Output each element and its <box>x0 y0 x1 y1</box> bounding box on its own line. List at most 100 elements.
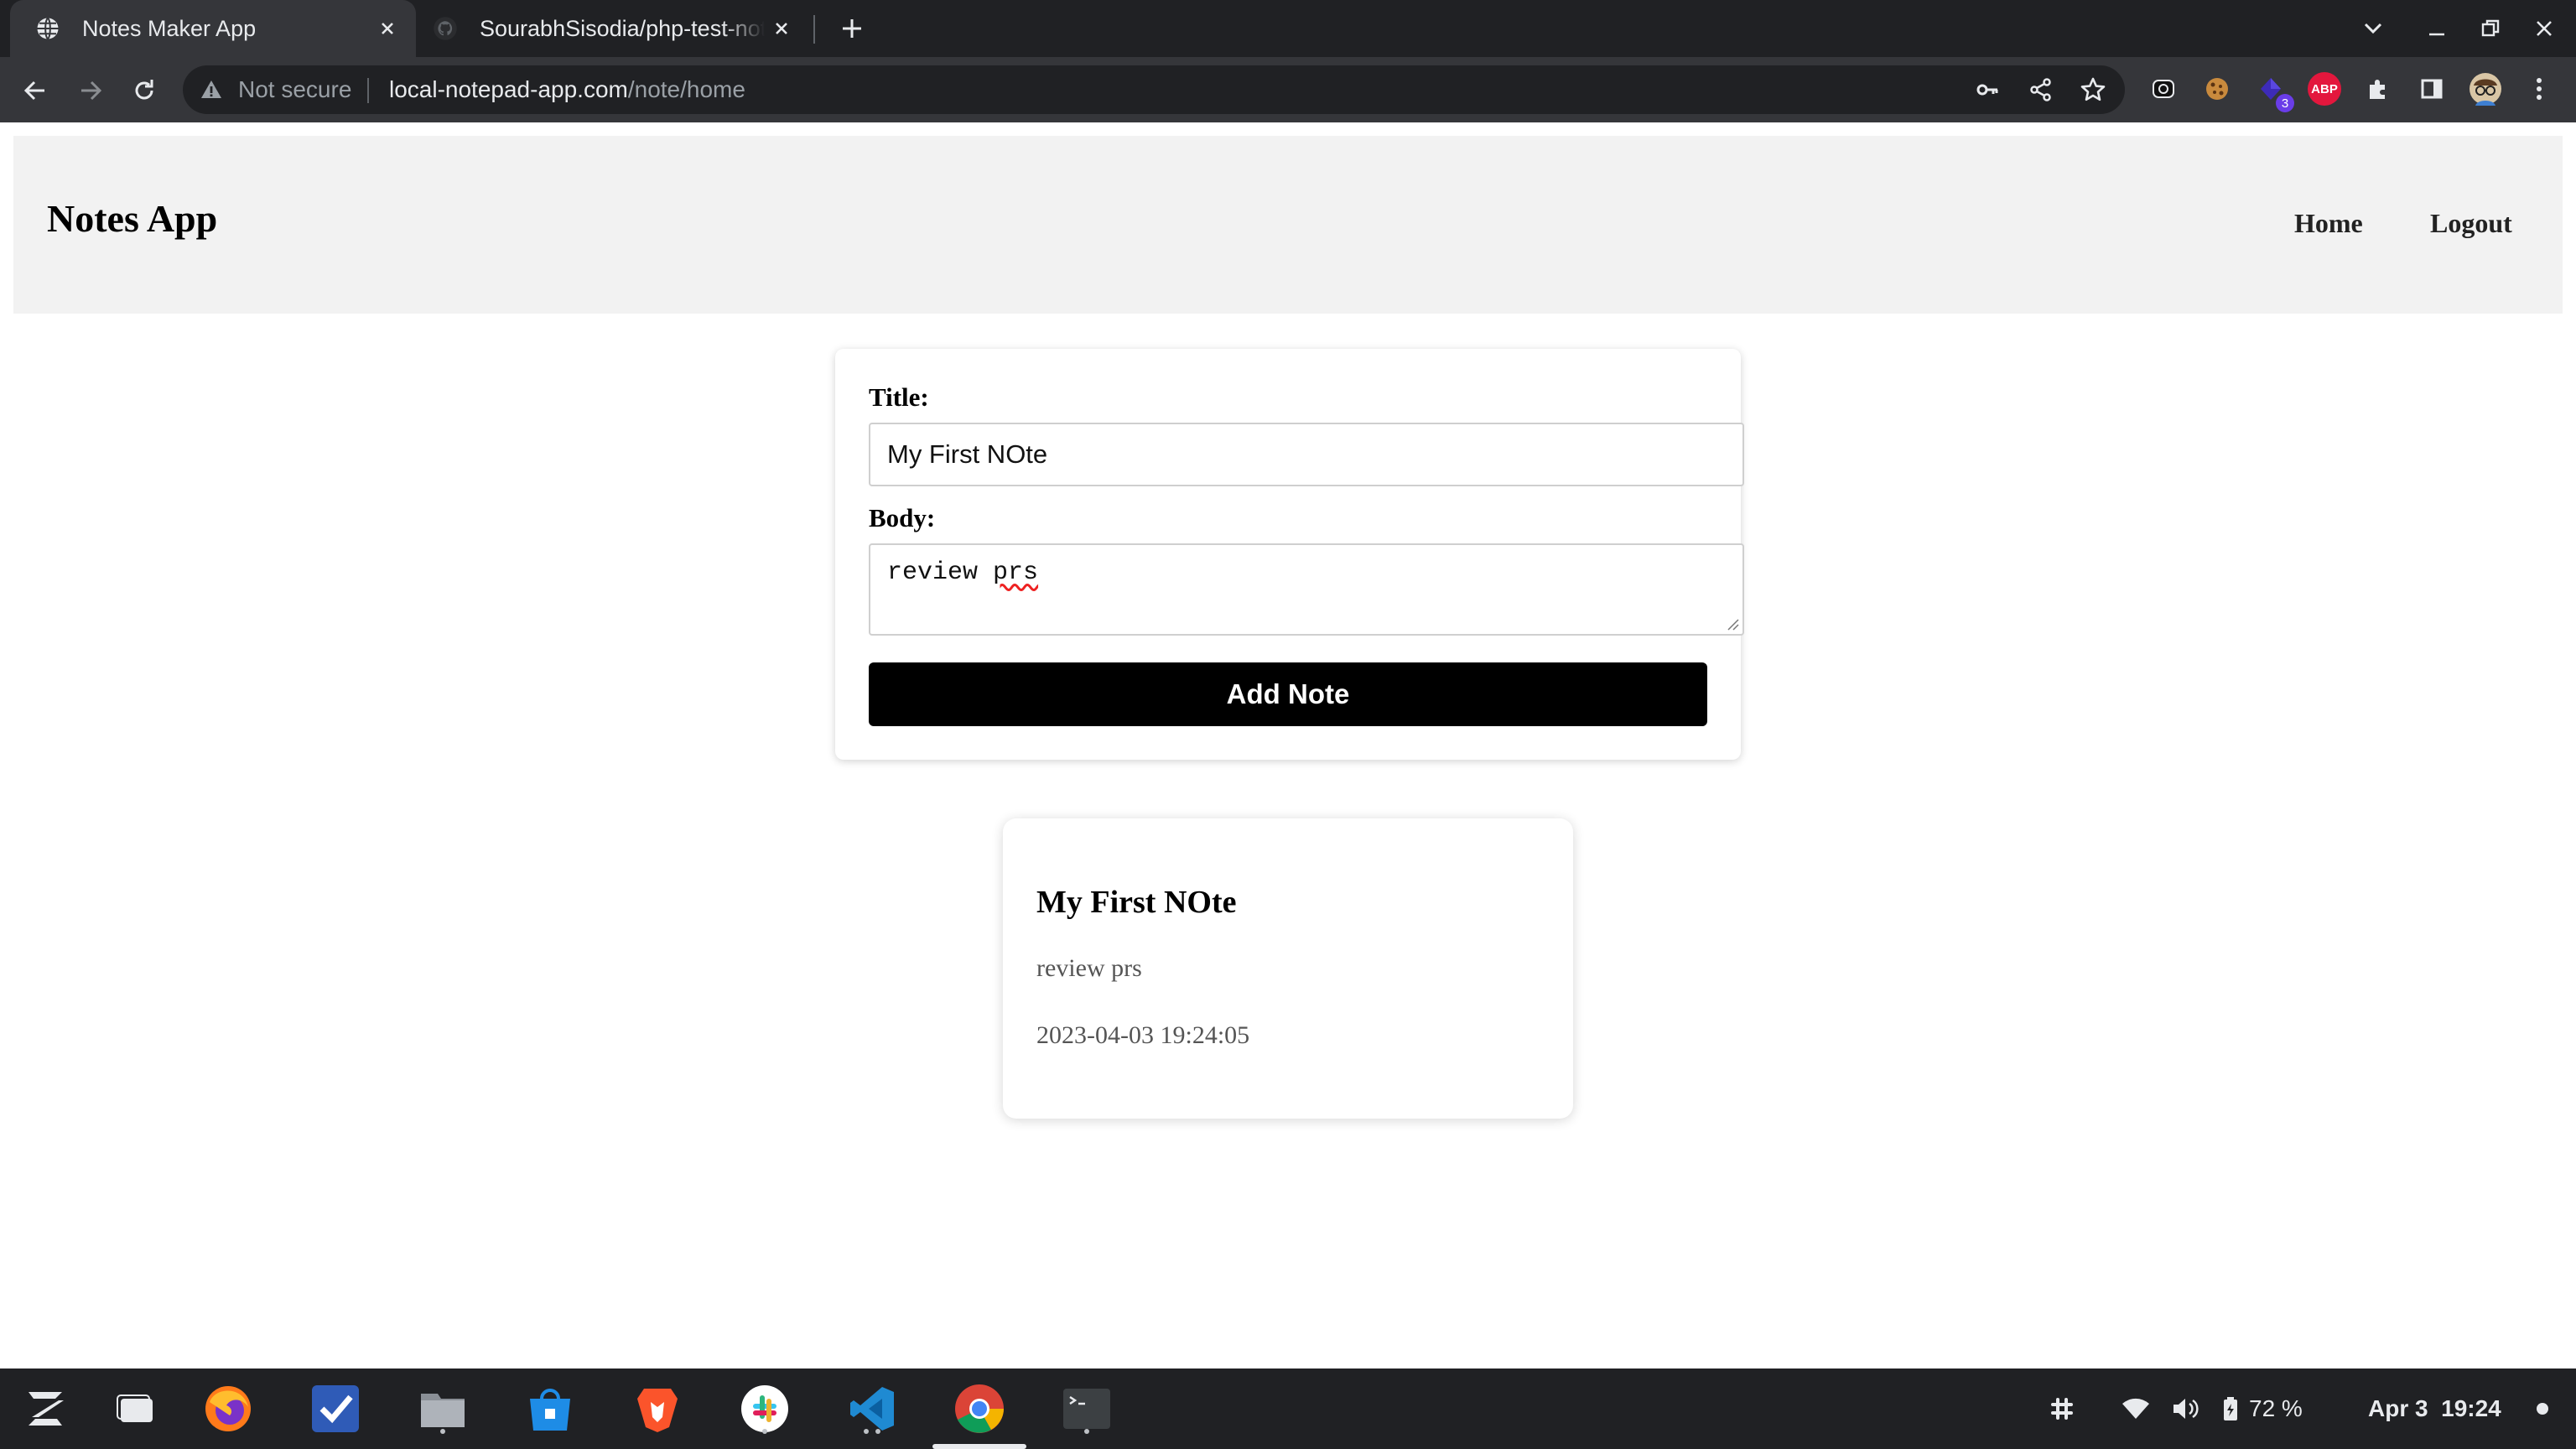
nav-logout-link[interactable]: Logout <box>2430 208 2512 239</box>
shelf-vscode[interactable] <box>845 1382 899 1436</box>
battery-percent: 72 % <box>2249 1395 2303 1421</box>
side-panel-icon <box>2421 79 2443 99</box>
wifi-status[interactable] <box>2122 1394 2150 1424</box>
tab-close-icon[interactable] <box>371 12 404 45</box>
body-textarea[interactable]: review prs <box>869 543 1744 636</box>
security-label[interactable]: Not secure <box>238 76 351 103</box>
terminal-icon <box>1063 1389 1110 1429</box>
title-label: Title: <box>869 382 929 412</box>
adblock-plus-button[interactable]: ABP <box>2308 72 2341 106</box>
globe-icon <box>37 17 59 40</box>
star-icon <box>2080 77 2106 101</box>
back-button[interactable] <box>17 72 54 109</box>
add-note-form: Title: My First NOte Body: review prs Ad… <box>835 349 1744 760</box>
running-indicator <box>1084 1429 1089 1434</box>
restore-button[interactable] <box>2474 12 2507 45</box>
shelf-firefox[interactable] <box>201 1382 255 1436</box>
title-input[interactable]: My First NOte <box>869 423 1744 486</box>
close-icon <box>2537 21 2552 36</box>
note-card: My First NOte review prs 2023-04-03 19:2… <box>1003 818 1573 1119</box>
tab-close-icon[interactable] <box>765 12 798 45</box>
extensions-menu-button[interactable] <box>2361 72 2395 106</box>
reload-button[interactable] <box>126 72 163 109</box>
extension-cube-button[interactable]: 3 <box>2254 72 2294 112</box>
clock[interactable]: Apr 3 19:24 <box>2368 1394 2501 1424</box>
web-page: Notes App Home Logout Title: My First NO… <box>0 122 2576 1368</box>
avatar-icon <box>2470 73 2501 106</box>
tab-title: SourabhSisodia/php-test-notes <box>480 15 765 41</box>
store-bag-icon <box>530 1389 570 1431</box>
active-app-indicator <box>932 1444 1026 1449</box>
shelf-chrome[interactable] <box>953 1382 1006 1436</box>
minimize-button[interactable] <box>2420 12 2454 45</box>
minimize-icon <box>2429 33 2444 36</box>
add-note-button[interactable]: Add Note <box>869 662 1707 726</box>
body-textarea-value: review prs <box>887 558 1038 587</box>
note-title: My First NOte <box>1036 885 1237 920</box>
extension-badge: 3 <box>2276 94 2294 112</box>
close-window-button[interactable] <box>2527 12 2561 45</box>
resize-grip-icon[interactable] <box>1726 617 1739 631</box>
tab-notes-maker-app[interactable]: Notes Maker App <box>10 0 416 57</box>
bookmark-star-button[interactable] <box>2080 76 2106 103</box>
chevron-down-icon <box>2364 23 2382 34</box>
body-label: Body: <box>869 503 936 532</box>
more-vert-icon <box>2537 78 2542 100</box>
battery-charging-icon <box>2224 1397 2237 1420</box>
battery-status[interactable]: 72 % <box>2222 1394 2303 1424</box>
folder-icon <box>421 1394 465 1427</box>
running-indicator <box>875 1429 880 1434</box>
browser-toolbar: Not secure local-notepad-app.com/note/ho… <box>0 57 2576 122</box>
password-key-button[interactable] <box>1974 76 2001 103</box>
running-indicator <box>864 1429 869 1434</box>
cookie-icon <box>2206 78 2228 100</box>
site-brand[interactable]: Notes App <box>47 196 217 241</box>
title-input-value: My First NOte <box>887 439 1048 469</box>
tab-search-button[interactable] <box>2356 12 2390 45</box>
shelf-terminal[interactable] <box>1060 1382 1114 1436</box>
address-bar[interactable]: Not secure local-notepad-app.com/note/ho… <box>183 65 2125 114</box>
vscode-icon <box>850 1387 894 1431</box>
tab-separator <box>813 15 815 44</box>
shelf-software-store[interactable] <box>523 1382 577 1436</box>
chrome-icon <box>955 1384 1004 1433</box>
brave-lion-icon <box>637 1389 678 1432</box>
volume-control[interactable] <box>2172 1394 2199 1424</box>
shelf-files[interactable] <box>416 1382 470 1436</box>
arrow-left-icon <box>23 80 44 101</box>
profile-avatar-button[interactable] <box>2469 72 2502 106</box>
url-host: local-notepad-app.com <box>389 76 628 102</box>
extension-cookie-button[interactable] <box>2200 72 2234 106</box>
site-navbar: Notes App Home Logout <box>13 136 2563 314</box>
new-tab-button[interactable] <box>835 12 869 45</box>
speaker-icon <box>2174 1399 2199 1419</box>
share-button[interactable] <box>2028 76 2054 103</box>
tray-slack-button[interactable] <box>2049 1394 2075 1424</box>
note-body: review prs <box>1036 954 1142 982</box>
omnibox-divider <box>367 78 369 103</box>
checkmark-app-icon <box>312 1385 359 1432</box>
chrome-menu-button[interactable] <box>2522 72 2556 106</box>
os-shelf: 72 % Apr 3 19:24 <box>0 1368 2576 1449</box>
plus-icon <box>843 19 861 38</box>
arrow-right-icon <box>81 80 102 101</box>
warning-icon <box>201 80 221 98</box>
shelf-tasks[interactable] <box>309 1382 362 1436</box>
extension-camera-button[interactable] <box>2147 72 2180 106</box>
url-text[interactable]: local-notepad-app.com/note/home <box>389 76 745 103</box>
shelf-overview-button[interactable] <box>109 1382 163 1436</box>
nav-home-link[interactable]: Home <box>2294 208 2363 239</box>
wifi-icon <box>2122 1398 2149 1419</box>
launcher-button[interactable] <box>18 1382 72 1436</box>
zorin-logo-icon <box>29 1392 64 1426</box>
shelf-slack[interactable] <box>738 1382 792 1436</box>
forward-button[interactable] <box>72 72 109 109</box>
tab-title: Notes Maker App <box>82 15 257 41</box>
side-panel-button[interactable] <box>2415 72 2449 106</box>
abp-icon: ABP <box>2311 81 2338 96</box>
notification-indicator[interactable] <box>2536 1394 2549 1424</box>
tab-github-repo[interactable]: SourabhSisodia/php-test-notes <box>428 0 810 57</box>
share-icon <box>2030 78 2051 101</box>
shelf-brave[interactable] <box>631 1382 684 1436</box>
body-word: review <box>887 558 979 587</box>
